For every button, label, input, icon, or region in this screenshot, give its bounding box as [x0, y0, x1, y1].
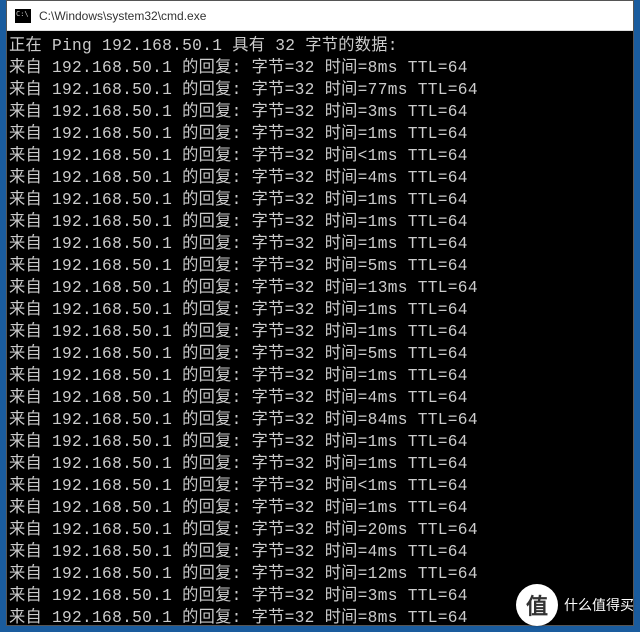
watermark-badge: 值 [516, 584, 558, 626]
ping-reply-line: 来自 192.168.50.1 的回复: 字节=32 时间<1ms TTL=64 [9, 145, 631, 167]
cmd-window: C:\Windows\system32\cmd.exe 正在 Ping 192.… [6, 0, 634, 626]
ping-reply-line: 来自 192.168.50.1 的回复: 字节=32 时间=1ms TTL=64 [9, 299, 631, 321]
ping-reply-line: 来自 192.168.50.1 的回复: 字节=32 时间=1ms TTL=64 [9, 123, 631, 145]
ping-reply-line: 来自 192.168.50.1 的回复: 字节=32 时间=20ms TTL=6… [9, 519, 631, 541]
ping-reply-line: 来自 192.168.50.1 的回复: 字节=32 时间=77ms TTL=6… [9, 79, 631, 101]
ping-reply-line: 来自 192.168.50.1 的回复: 字节=32 时间<1ms TTL=64 [9, 475, 631, 497]
ping-reply-line: 来自 192.168.50.1 的回复: 字节=32 时间=3ms TTL=64 [9, 101, 631, 123]
ping-reply-line: 来自 192.168.50.1 的回复: 字节=32 时间=4ms TTL=64 [9, 387, 631, 409]
ping-reply-line: 来自 192.168.50.1 的回复: 字节=32 时间=1ms TTL=64 [9, 321, 631, 343]
ping-reply-line: 来自 192.168.50.1 的回复: 字节=32 时间=1ms TTL=64 [9, 189, 631, 211]
ping-reply-line: 来自 192.168.50.1 的回复: 字节=32 时间=1ms TTL=64 [9, 497, 631, 519]
ping-reply-line: 来自 192.168.50.1 的回复: 字节=32 时间=5ms TTL=64 [9, 343, 631, 365]
titlebar[interactable]: C:\Windows\system32\cmd.exe [7, 1, 633, 31]
ping-reply-line: 来自 192.168.50.1 的回复: 字节=32 时间=84ms TTL=6… [9, 409, 631, 431]
ping-reply-line: 来自 192.168.50.1 的回复: 字节=32 时间=1ms TTL=64 [9, 431, 631, 453]
ping-reply-line: 来自 192.168.50.1 的回复: 字节=32 时间=5ms TTL=64 [9, 255, 631, 277]
ping-reply-line: 来自 192.168.50.1 的回复: 字节=32 时间=1ms TTL=64 [9, 365, 631, 387]
watermark-text: 什么值得买 [564, 595, 634, 615]
ping-reply-line: 来自 192.168.50.1 的回复: 字节=32 时间=8ms TTL=64 [9, 57, 631, 79]
ping-reply-line: 来自 192.168.50.1 的回复: 字节=32 时间=4ms TTL=64 [9, 541, 631, 563]
watermark: 值 什么值得买 [516, 584, 634, 626]
ping-reply-line: 来自 192.168.50.1 的回复: 字节=32 时间=1ms TTL=64 [9, 233, 631, 255]
terminal-output[interactable]: 正在 Ping 192.168.50.1 具有 32 字节的数据:来自 192.… [7, 31, 633, 625]
ping-reply-line: 来自 192.168.50.1 的回复: 字节=32 时间=13ms TTL=6… [9, 277, 631, 299]
ping-reply-line: 来自 192.168.50.1 的回复: 字节=32 时间=4ms TTL=64 [9, 167, 631, 189]
window-title: C:\Windows\system32\cmd.exe [39, 9, 206, 23]
cmd-icon [15, 9, 31, 23]
ping-reply-line: 来自 192.168.50.1 的回复: 字节=32 时间=1ms TTL=64 [9, 453, 631, 475]
ping-reply-line: 来自 192.168.50.1 的回复: 字节=32 时间=1ms TTL=64 [9, 211, 631, 233]
ping-header: 正在 Ping 192.168.50.1 具有 32 字节的数据: [9, 35, 631, 57]
ping-reply-line: 来自 192.168.50.1 的回复: 字节=32 时间=12ms TTL=6… [9, 563, 631, 585]
